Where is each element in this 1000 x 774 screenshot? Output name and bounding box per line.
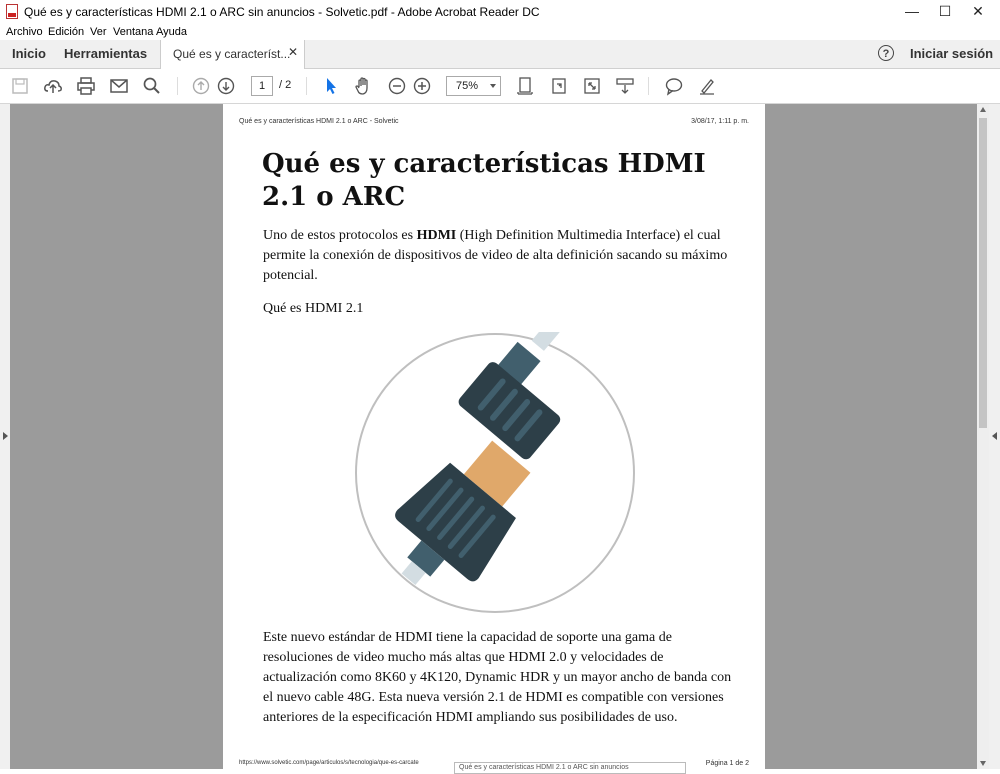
- hand-tool-icon[interactable]: [353, 76, 373, 96]
- next-page-icon[interactable]: [216, 76, 236, 96]
- close-window-button[interactable]: ✕: [962, 0, 994, 24]
- window-title: Qué es y características HDMI 2.1 o ARC …: [24, 5, 540, 19]
- comment-icon[interactable]: [664, 76, 684, 96]
- chevron-down-icon: [490, 84, 496, 88]
- maximize-button[interactable]: ☐: [929, 0, 961, 24]
- expand-left-panel-icon[interactable]: [3, 432, 8, 440]
- document-workspace[interactable]: Qué es y características HDMI 2.1 o ARC …: [0, 104, 1000, 769]
- section-subheading: Qué es HDMI 2.1: [263, 301, 364, 316]
- select-tool-icon[interactable]: [321, 76, 341, 96]
- help-icon[interactable]: ?: [878, 45, 894, 61]
- toolbar-separator: [648, 77, 649, 95]
- acrobat-pdf-icon: [6, 4, 18, 19]
- menu-ayuda[interactable]: Ayuda: [156, 26, 187, 38]
- zoom-out-icon[interactable]: [387, 76, 407, 96]
- toolbar-separator: [177, 77, 178, 95]
- vertical-scrollbar[interactable]: [977, 104, 989, 769]
- pdf-page: Qué es y características HDMI 2.1 o ARC …: [223, 104, 765, 769]
- rotate-page-icon[interactable]: [549, 76, 569, 96]
- intro-paragraph: Uno de estos protocolos es HDMI (High De…: [263, 226, 733, 286]
- zoom-level-value: 75%: [456, 80, 479, 92]
- page-footer-number: Página 1 de 2: [705, 760, 749, 767]
- scrollbar-thumb[interactable]: [979, 118, 987, 428]
- minimize-button[interactable]: —: [896, 0, 928, 24]
- body-paragraph: Este nuevo estándar de HDMI tiene la cap…: [263, 630, 732, 725]
- tools-tab[interactable]: Herramientas: [64, 46, 147, 61]
- sign-pen-icon[interactable]: [697, 76, 717, 96]
- page-number-input[interactable]: 1: [251, 76, 273, 96]
- menu-archivo[interactable]: Archivo: [6, 26, 43, 38]
- menu-bar: Archivo Edición Ver Ventana Ayuda: [0, 24, 1000, 40]
- toolbar-separator: [306, 77, 307, 95]
- menu-edicion[interactable]: Edición: [48, 26, 84, 38]
- scroll-mode-icon[interactable]: [615, 76, 635, 96]
- intro-text: Uno de estos protocolos es: [263, 228, 417, 243]
- email-icon[interactable]: [109, 76, 129, 96]
- page-total: / 2: [279, 79, 292, 91]
- save-icon[interactable]: [10, 76, 30, 96]
- zoom-level-select[interactable]: 75%: [446, 76, 501, 96]
- print-icon[interactable]: [76, 76, 96, 96]
- nav-tab-bar: Inicio Herramientas Qué es y característ…: [0, 40, 1000, 69]
- previous-page-icon[interactable]: [191, 76, 211, 96]
- full-screen-icon[interactable]: [582, 76, 602, 96]
- menu-ventana[interactable]: Ventana: [113, 26, 153, 38]
- title-bar: Qué es y características HDMI 2.1 o ARC …: [0, 0, 1000, 25]
- hdmi-connector-illustration: [355, 332, 635, 613]
- tab-tooltip: Qué es y características HDMI 2.1 o ARC …: [454, 762, 686, 774]
- menu-ver[interactable]: Ver: [90, 26, 107, 38]
- home-tab[interactable]: Inicio: [12, 46, 46, 61]
- document-tab[interactable]: Qué es y característ... ✕: [160, 40, 305, 69]
- scroll-up-icon[interactable]: [980, 107, 986, 112]
- fit-page-icon[interactable]: [515, 76, 535, 96]
- scroll-down-icon[interactable]: [980, 761, 986, 766]
- close-tab-icon[interactable]: ✕: [288, 45, 298, 59]
- upload-cloud-icon[interactable]: [43, 76, 63, 96]
- page-header-title: Qué es y características HDMI 2.1 o ARC …: [239, 118, 399, 125]
- intro-bold-term: HDMI: [416, 228, 457, 243]
- document-title: Qué es y características HDMI 2.1 o ARC: [262, 149, 706, 212]
- document-tab-label: Qué es y característ...: [173, 47, 291, 61]
- page-footer-url: https://www.solvetic.com/page/articulos/…: [239, 760, 419, 766]
- search-icon[interactable]: [142, 76, 162, 96]
- expand-right-panel-icon[interactable]: [992, 432, 997, 440]
- page-header-date: 3/08/17, 1:11 p. m.: [691, 118, 749, 125]
- signin-button[interactable]: Iniciar sesión: [910, 46, 993, 61]
- toolbar: 1 / 2 75%: [0, 69, 1000, 104]
- zoom-in-icon[interactable]: [412, 76, 432, 96]
